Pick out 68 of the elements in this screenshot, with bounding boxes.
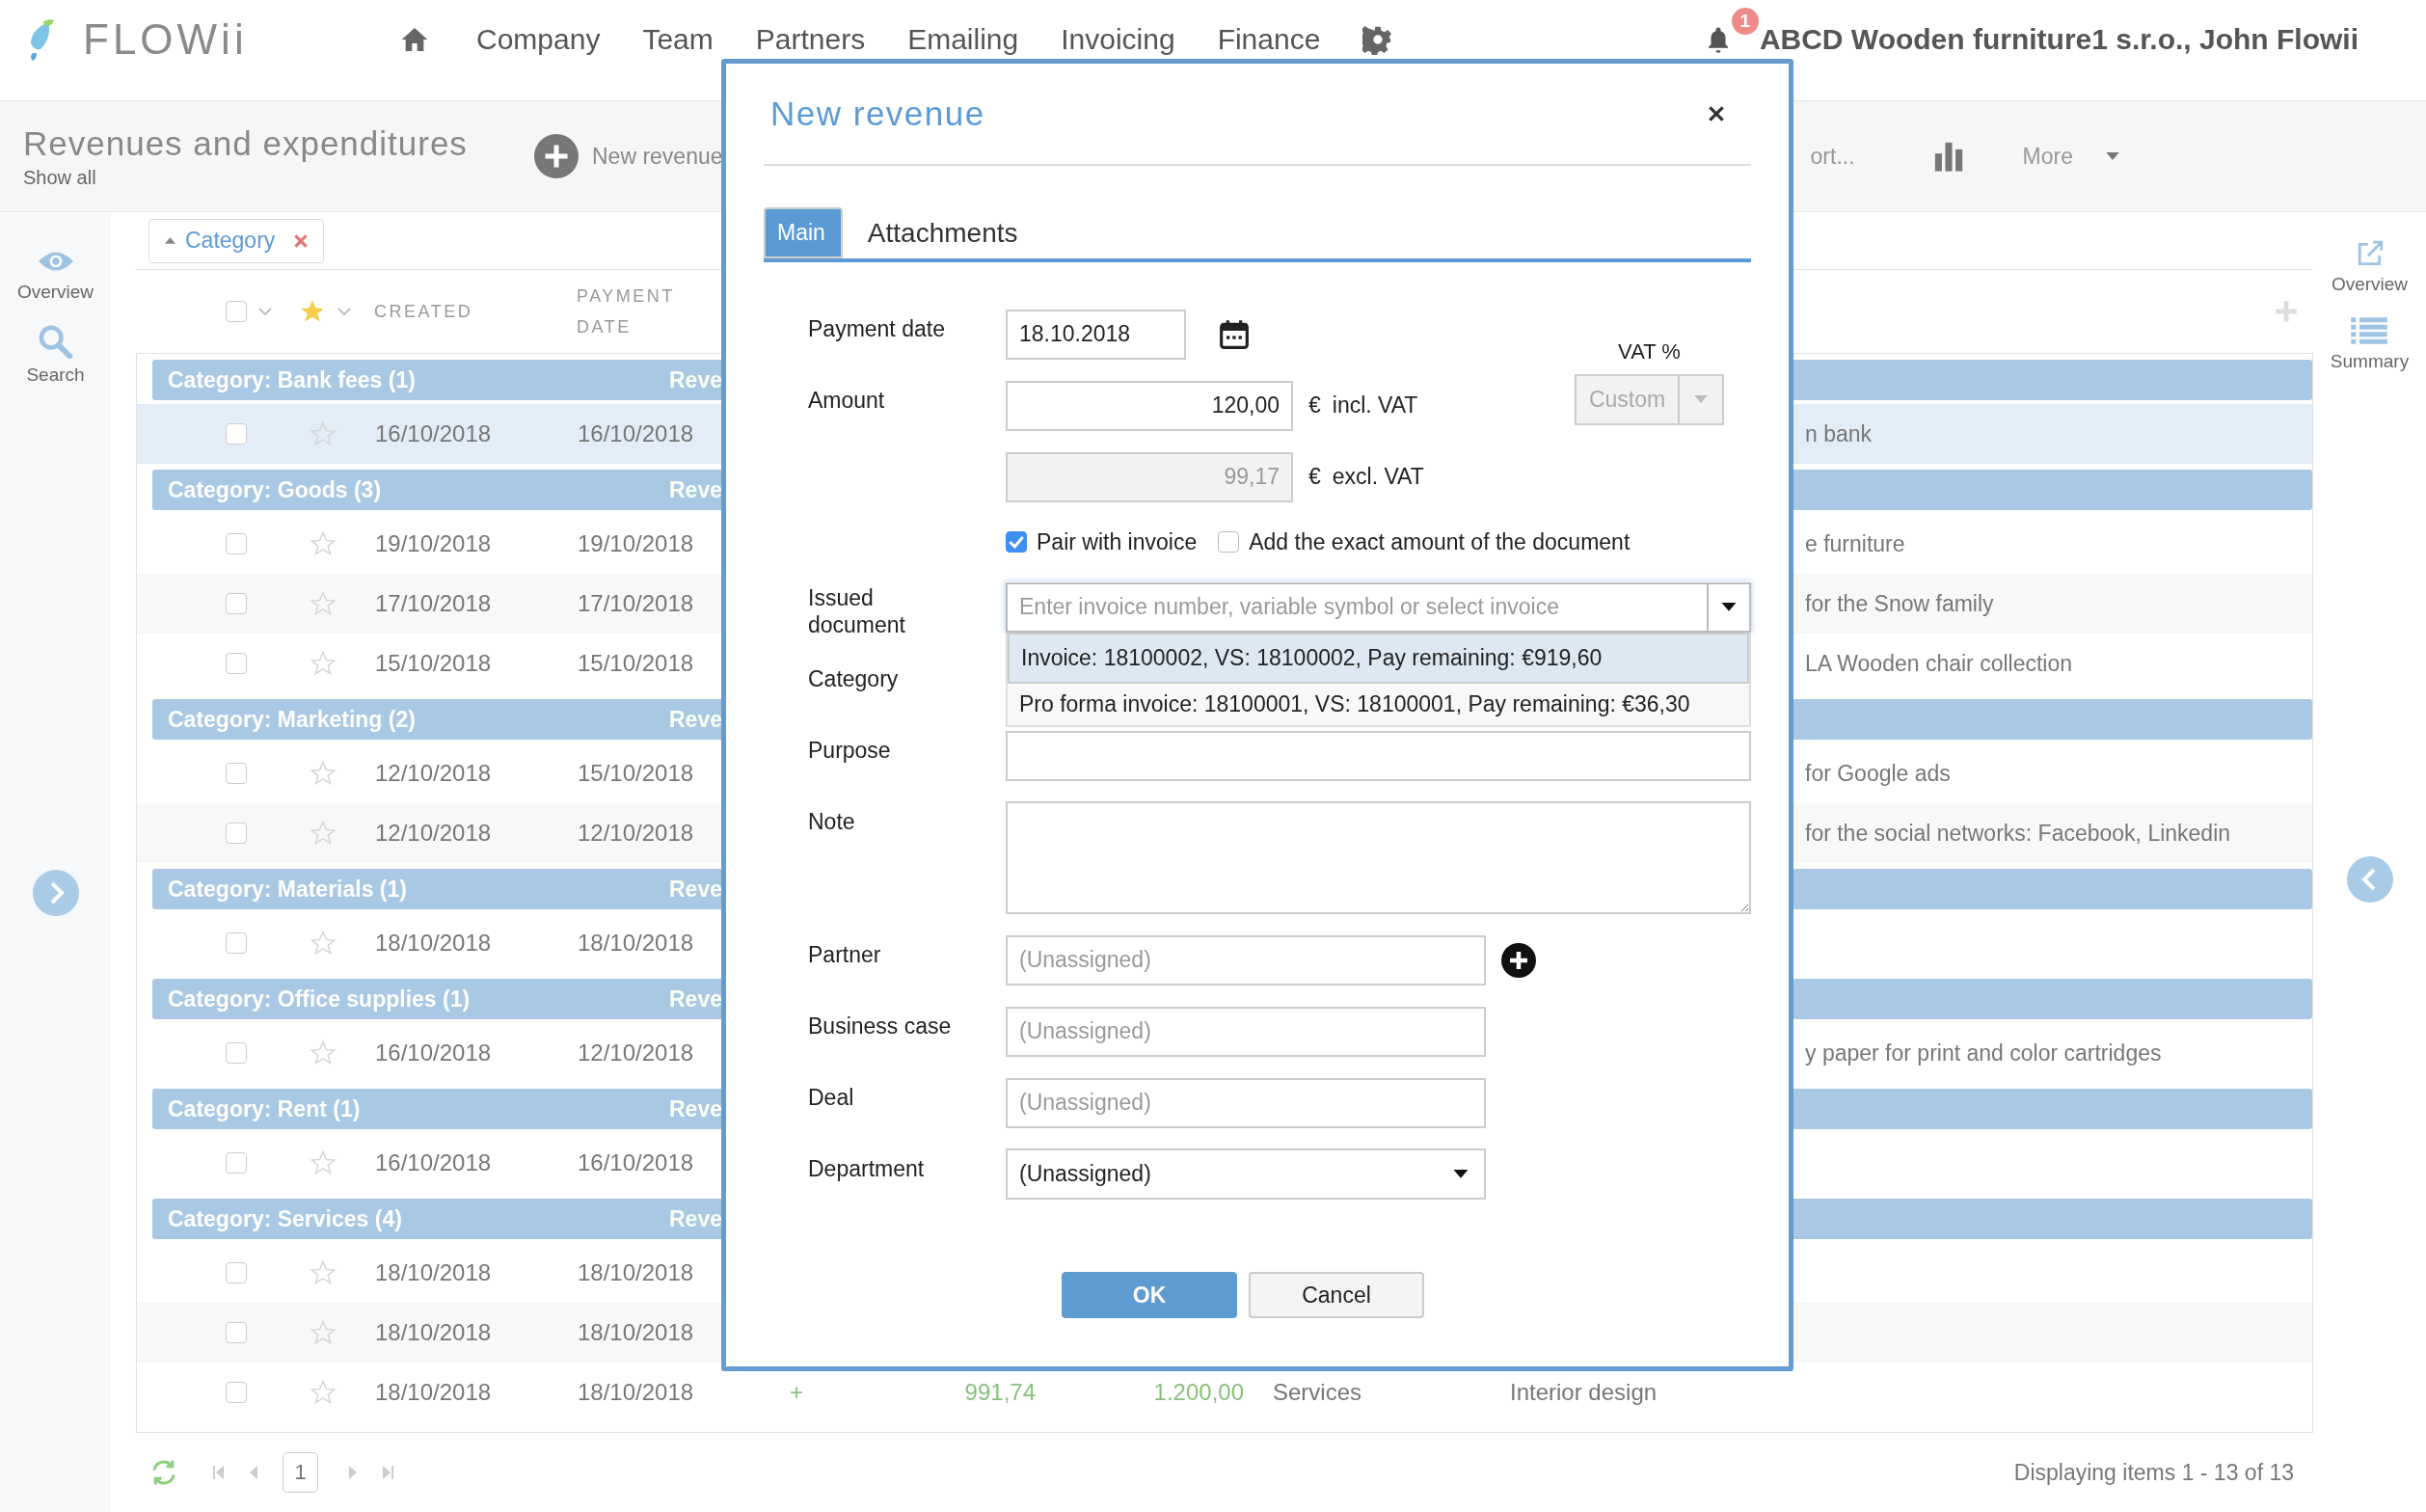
- group-summary: Reve: [669, 1095, 722, 1122]
- table-cell-text: 18/10/2018: [577, 930, 695, 957]
- group-label: Category: Marketing (2): [168, 706, 417, 733]
- field-label: Note: [808, 808, 856, 836]
- group-summary: Reve: [669, 1205, 722, 1232]
- unit-label: incl. VAT: [1332, 392, 1418, 418]
- table-cell-text: 15/10/2018: [577, 760, 695, 787]
- table-cell: LA Wooden chair collection: [1805, 650, 2073, 677]
- table-cell-text: 991,74: [963, 1379, 1036, 1406]
- group-summary: Reve: [669, 706, 722, 733]
- table-cell-text: 18/10/2018: [577, 1319, 695, 1346]
- table-cell-text: Services: [1272, 1379, 1363, 1406]
- unit-label: excl. VAT: [1332, 464, 1424, 490]
- field-label: Payment date: [808, 315, 946, 343]
- currency-label: €: [1308, 392, 1321, 418]
- table-cell-text: 15/10/2018: [577, 650, 695, 677]
- group-summary: Reve: [669, 366, 722, 393]
- field-label: Deal: [808, 1084, 855, 1112]
- field-label: Amount: [808, 387, 886, 415]
- field-label: Partner: [808, 941, 882, 969]
- table-cell-text: 19/10/2018: [374, 530, 493, 557]
- group-label: Category: Materials (1): [168, 876, 408, 903]
- table-cell-text: +: [789, 1379, 804, 1406]
- table-cell-text: 1.200,00: [1152, 1379, 1244, 1406]
- table-cell-text: 16/10/2018: [374, 420, 493, 447]
- table-cell-text: 16/10/2018: [374, 1040, 493, 1066]
- table-cell-text: 19/10/2018: [577, 530, 695, 557]
- group-label: Category: Rent (1): [168, 1095, 362, 1122]
- table-cell-text: 18/10/2018: [374, 1319, 493, 1346]
- table-cell-text: 17/10/2018: [374, 590, 493, 617]
- table-cell: n bank: [1805, 420, 1873, 447]
- notification-badge: 1: [1731, 8, 1759, 35]
- group-label: Category: Office supplies (1): [168, 986, 472, 1012]
- field-label: VAT %: [1618, 339, 1681, 364]
- table-cell-text: Interior design: [1509, 1379, 1658, 1406]
- table-cell-text: 15/10/2018: [374, 650, 493, 677]
- table-cell-text: 18/10/2018: [577, 1259, 695, 1286]
- dialog-title: New revenue: [770, 94, 985, 133]
- currency-label: €: [1308, 464, 1321, 490]
- table-cell: y paper for print and color cartridges: [1805, 1040, 2162, 1066]
- group-summary: Reve: [669, 876, 722, 903]
- table-cell-text: 18/10/2018: [374, 1379, 493, 1406]
- group-label: Category: Bank fees (1): [168, 366, 417, 393]
- table-cell-text: 16/10/2018: [374, 1149, 493, 1176]
- field-label: Department: [808, 1155, 926, 1183]
- table-cell-text: 12/10/2018: [577, 1040, 695, 1066]
- table-cell-text: 16/10/2018: [577, 420, 695, 447]
- table-cell: for the social networks: Facebook, Linkedin: [1805, 820, 2231, 847]
- field-label: Category: [808, 665, 900, 693]
- table-cell-text: 12/10/2018: [374, 760, 493, 787]
- table-cell-text: 12/10/2018: [374, 820, 493, 847]
- table-cell-text: 12/10/2018: [577, 820, 695, 847]
- group-label: Category: Goods (3): [168, 476, 383, 503]
- group-summary: Reve: [669, 986, 722, 1012]
- table-cell-text: 16/10/2018: [577, 1149, 695, 1176]
- table-cell: for Google ads: [1805, 760, 1951, 787]
- field-label: Purpose: [808, 737, 892, 765]
- group-summary: Reve: [669, 476, 722, 503]
- table-cell-text: 18/10/2018: [577, 1379, 695, 1406]
- group-label: Category: Services (4): [168, 1205, 403, 1232]
- field-label: Business case: [808, 1012, 953, 1040]
- table-cell: for the Snow family: [1805, 590, 1994, 617]
- table-cell: e furniture: [1805, 530, 1905, 557]
- page-title: Revenues and expenditures: [23, 123, 469, 163]
- table-cell-text: 18/10/2018: [374, 1259, 493, 1286]
- table-cell-text: 17/10/2018: [577, 590, 695, 617]
- table-cell-text: 18/10/2018: [374, 930, 493, 957]
- pager-summary: Displaying items 1 - 13 of 13: [2013, 1459, 2294, 1486]
